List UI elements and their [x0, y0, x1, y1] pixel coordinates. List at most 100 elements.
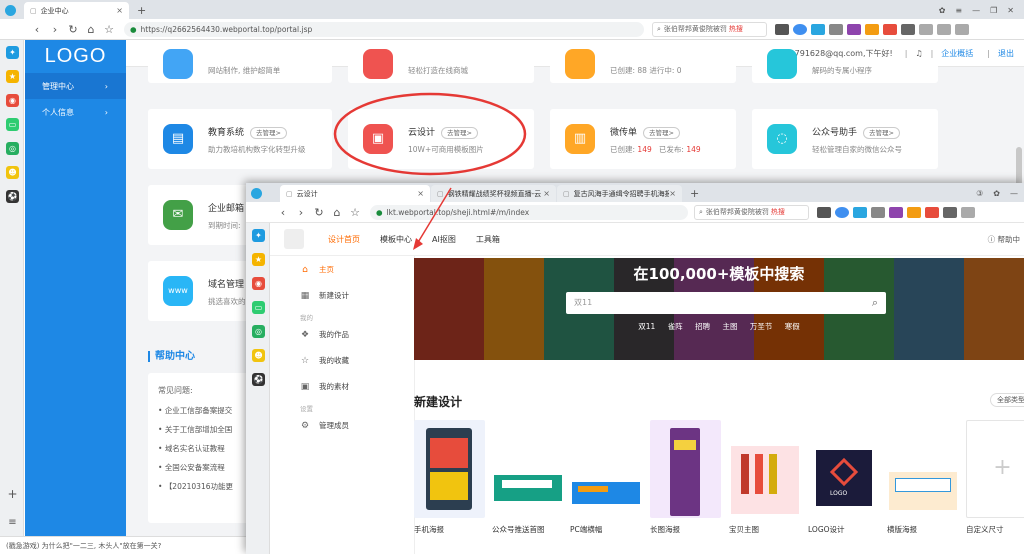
weibo-icon[interactable]: ◉ [252, 277, 265, 290]
status-text[interactable]: (戳急游戏) 为什么把"一二三, 木头人"放在第一关? [6, 541, 161, 551]
custom-size-card[interactable]: + [966, 420, 1024, 518]
reload-icon[interactable]: ↻ [64, 23, 82, 36]
tab-toolbox[interactable]: 工具箱 [476, 234, 500, 245]
add-icon[interactable]: + [6, 488, 19, 501]
home-icon[interactable]: ⌂ [328, 206, 346, 219]
service-card[interactable]: 解码的专属小程序 [752, 49, 938, 83]
hot-tag[interactable]: 雀阵 [668, 322, 683, 331]
toolbar-icon[interactable] [835, 206, 849, 218]
service-card[interactable]: 网站制作, 维护超简单 [148, 49, 332, 83]
template-card[interactable] [650, 420, 721, 518]
template-search-input[interactable]: 双11 ⌕ [566, 292, 886, 314]
more-icon[interactable] [955, 23, 969, 35]
minimize-icon[interactable]: — [972, 6, 980, 15]
grid-icon[interactable] [901, 23, 915, 35]
close-tab-icon[interactable]: × [669, 189, 676, 198]
hot-tag[interactable]: 双11 [638, 322, 655, 331]
menu-icon[interactable]: ≡ [955, 6, 962, 15]
hot-tag[interactable]: 万圣节 [750, 322, 773, 331]
manage-button[interactable]: 去管理> [643, 127, 680, 139]
weibo-icon[interactable]: ◉ [6, 94, 19, 107]
template-card[interactable] [492, 420, 563, 518]
help-link[interactable]: • 全国公安备案流程 [158, 458, 233, 477]
help-link[interactable]: • 企业工信部备案提交 [158, 401, 233, 420]
undo-icon[interactable] [937, 23, 951, 35]
hot-tag[interactable]: 主图 [722, 322, 737, 331]
template-card[interactable] [887, 420, 958, 518]
new-tab-button[interactable]: + [690, 185, 699, 202]
service-card[interactable]: 轻松打造在线商城 [348, 49, 534, 83]
close-tab-icon[interactable]: × [543, 189, 550, 198]
help-link[interactable]: ⓘ 帮助中 [988, 234, 1024, 245]
sidebar-item-new-design[interactable]: ▦ 新建设计 [300, 290, 349, 301]
game-icon[interactable]: ☻ [252, 349, 265, 362]
sidebar-item-manage[interactable]: 管理中心 › [25, 73, 126, 99]
close-tab-icon[interactable]: × [116, 6, 123, 15]
notification-icon[interactable]: ♫ [915, 49, 922, 58]
sidebar-item-home[interactable]: ⌂ 主页 [300, 264, 334, 275]
template-card[interactable] [570, 420, 641, 518]
soccer-icon[interactable]: ⚽ [6, 190, 19, 203]
template-card[interactable] [729, 420, 800, 518]
back-icon[interactable]: ‹ [28, 23, 46, 36]
restore-icon[interactable]: ❐ [990, 6, 997, 15]
forward-icon[interactable]: › [46, 23, 64, 36]
badge-icon[interactable]: ③ [976, 189, 983, 198]
sidebar-app-icon[interactable]: ✦ [252, 229, 265, 242]
grid-icon[interactable] [943, 206, 957, 218]
game-icon[interactable] [883, 23, 897, 35]
search-icon[interactable]: ⌕ [872, 292, 878, 314]
browser-search[interactable]: ⌕ 张伯帮邦黄俊院被罚 热搜 [652, 21, 767, 37]
toolbar-icon[interactable] [775, 23, 789, 35]
home-icon[interactable]: ⌂ [82, 23, 100, 36]
skin-icon[interactable]: ✿ [993, 189, 1000, 198]
toolbar-icon[interactable] [817, 206, 831, 218]
sidebar-item-works[interactable]: ❖ 我的作品 [300, 329, 349, 340]
toolbar-icon[interactable] [853, 206, 867, 218]
settings-icon[interactable] [961, 206, 975, 218]
new-tab-button[interactable]: + [137, 2, 146, 19]
help-link[interactable]: • 关于工信部增加全国 [158, 420, 233, 439]
soccer-icon[interactable]: ⚽ [252, 373, 265, 386]
sidebar-item-favorites[interactable]: ☆ 我的收藏 [300, 355, 349, 366]
mail-icon[interactable]: ▭ [252, 301, 265, 314]
browser-tab[interactable]: ▢ 企业中心 × [24, 2, 129, 19]
chat-icon[interactable]: ◎ [252, 325, 265, 338]
sidebar-item-profile[interactable]: 个人信息 › [25, 99, 126, 125]
avatar[interactable] [284, 229, 304, 249]
sidebar-app-icon[interactable]: ✦ [6, 46, 19, 59]
toolbar-icon[interactable] [865, 23, 879, 35]
hot-tag[interactable]: 寒假 [785, 322, 800, 331]
manage-button[interactable]: 去管理> [250, 127, 287, 139]
logout-link[interactable]: 退出 [998, 48, 1014, 59]
help-link[interactable]: • 【20210316功能更 [158, 477, 233, 496]
scissors-icon[interactable] [829, 23, 843, 35]
scissors-icon[interactable] [871, 206, 885, 218]
minimize-icon[interactable]: — [1010, 189, 1018, 198]
service-card-wechat[interactable]: ◌ 公众号助手 去管理> 轻松管理自家的微信公众号 [752, 109, 938, 169]
manage-button[interactable]: 去管理> [863, 127, 900, 139]
toolbar-icon[interactable] [847, 23, 861, 35]
star-icon[interactable]: ☆ [346, 206, 364, 219]
sidebar-item-members[interactable]: ⚙ 管理成员 [300, 420, 349, 431]
browser-tab[interactable]: ▢ 复古风海手通缉令招聘手机海报 × [557, 185, 682, 202]
service-card[interactable]: 已创建: 88 进行中: 0 [550, 49, 736, 83]
mail-icon[interactable]: ▭ [6, 118, 19, 131]
favorites-icon[interactable]: ★ [6, 70, 19, 83]
address-bar[interactable]: ● https://q2662564430.webportal.top/port… [124, 21, 644, 37]
chat-icon[interactable]: ◎ [6, 142, 19, 155]
toolbar-icon[interactable] [889, 206, 903, 218]
scrollbar[interactable] [1016, 147, 1022, 187]
settings-icon[interactable] [919, 23, 933, 35]
favorites-icon[interactable]: ★ [252, 253, 265, 266]
game-icon[interactable] [925, 206, 939, 218]
overview-link[interactable]: 企业概括 [941, 48, 973, 59]
skin-icon[interactable]: ✿ [939, 6, 946, 15]
help-link[interactable]: • 域名实名认证教程 [158, 439, 233, 458]
template-card[interactable]: LOGO [808, 420, 879, 518]
back-icon[interactable]: ‹ [274, 206, 292, 219]
menu-icon[interactable]: ≡ [6, 516, 19, 529]
toolbar-icon[interactable] [811, 23, 825, 35]
forward-icon[interactable]: › [292, 206, 310, 219]
logo[interactable]: LOGO [25, 40, 126, 73]
